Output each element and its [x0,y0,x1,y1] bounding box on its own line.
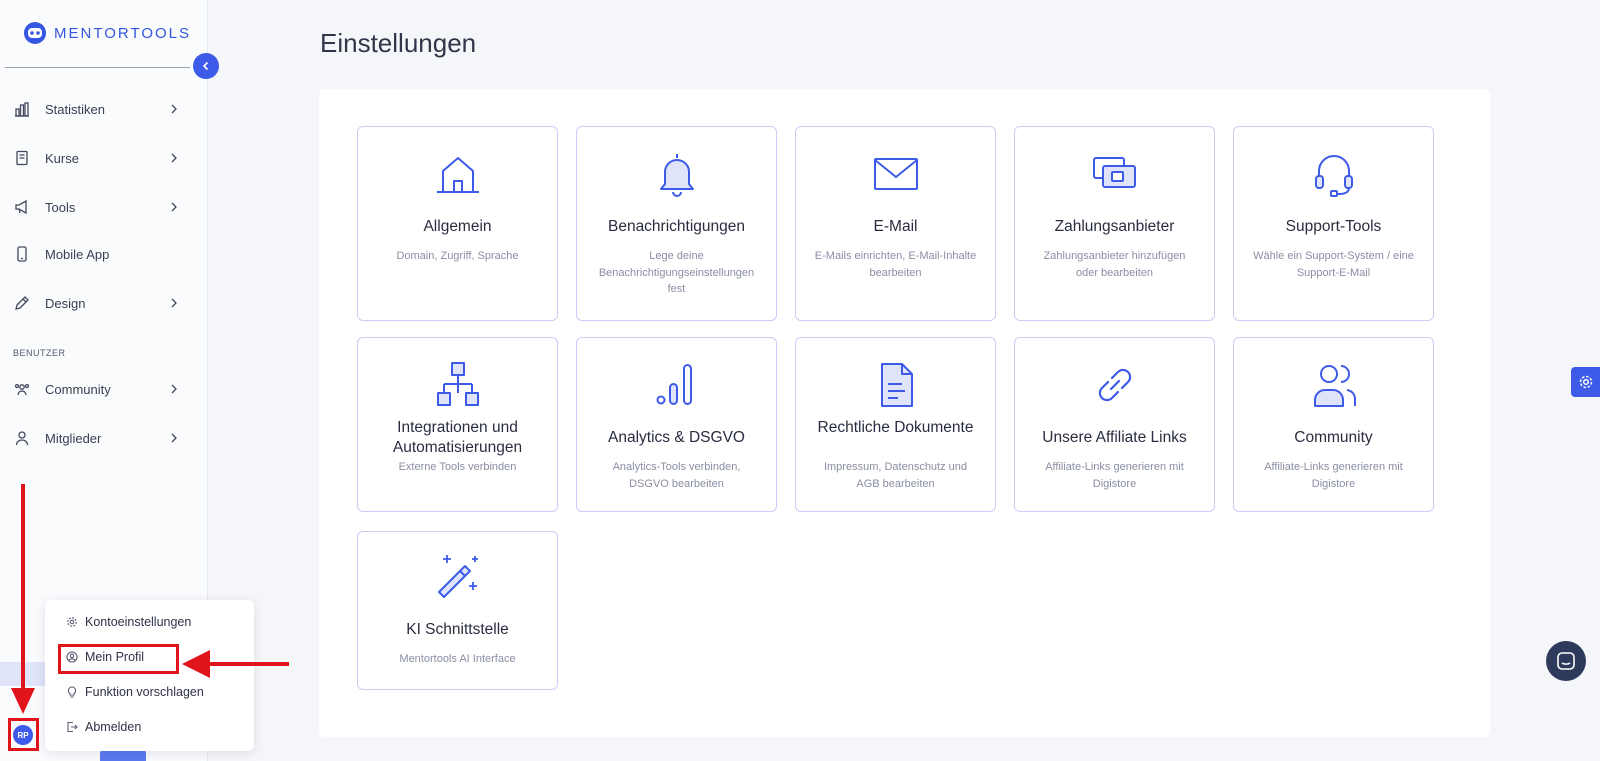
sidebar-active-highlight [0,662,48,686]
megaphone-icon [15,199,27,215]
card-description: Impressum, Datenschutz und AGB bearbeite… [823,461,968,490]
sidebar-item-mobile-app[interactable]: Mobile App [0,234,190,274]
gear-icon [1579,375,1592,389]
card-title: Community [1294,429,1373,446]
sidebar-item-label: Community [45,381,111,397]
users-icon [1313,365,1356,407]
avatar[interactable]: RP [13,725,33,745]
home-icon [436,157,479,193]
card-description: Domain, Zugriff, Sprache [396,250,519,262]
analytics-icon [656,364,692,405]
bar-chart-icon [15,102,29,117]
card-description: Wähle ein Support-System / eine Support-… [1253,250,1414,279]
bell-icon [659,154,694,197]
menu-item-label: Abmelden [85,720,142,734]
settings-card-benachrichtigungen[interactable]: Benachrichtigungen Lege deine Benachrich… [576,126,777,321]
pencil-icon [15,296,29,310]
chevron-right-icon [171,153,177,163]
settings-card-support-tools[interactable]: Support-Tools Wähle ein Support-System /… [1233,126,1434,321]
settings-card-analytics[interactable]: Analytics & DSGVO Analytics-Tools verbin… [576,337,777,512]
logo-text: MENTORTOOLS [54,24,192,42]
link-icon [1098,368,1131,402]
settings-card-email[interactable]: E-Mail E-Mails einrichten, E-Mail-Inhalt… [795,126,996,321]
card-title: Rechtliche Dokumente [817,419,974,436]
chevron-left-icon [202,61,209,71]
sidebar-item-statistiken[interactable]: Statistiken [0,89,190,129]
document-icon [880,363,913,407]
section-label-benutzer: BENUTZER [13,348,66,358]
settings-card-integrationen[interactable]: Integrationen und Automatisierungen Exte… [357,337,558,512]
payment-icon [1092,157,1136,188]
sidebar-collapse-button[interactable] [193,53,219,79]
menu-item-funktion-vorschlagen[interactable]: Funktion vorschlagen [45,677,254,707]
chat-icon [1557,652,1575,670]
sidebar-item-kurse[interactable]: Kurse [0,138,190,178]
page-title: Einstellungen [320,28,477,58]
settings-card-community[interactable]: Community Affiliate-Links generieren mit… [1233,337,1434,512]
chevron-right-icon [171,298,177,308]
menu-item-kontoeinstellungen[interactable]: Kontoeinstellungen [45,607,254,637]
magic-wand-icon [437,555,478,598]
sidebar-item-label: Tools [45,199,76,215]
side-settings-button[interactable] [1571,367,1600,397]
logout-icon [67,721,78,733]
headset-icon [1314,155,1353,197]
card-title: Zahlungsanbieter [1054,218,1175,235]
chevron-right-icon [171,384,177,394]
sidebar-item-community[interactable]: Community [0,369,190,409]
menu-item-abmelden[interactable]: Abmelden [45,712,254,742]
robot-logo-icon [24,22,46,44]
user-menu-popup: Kontoeinstellungen Mein Profil Funktion … [45,600,254,751]
sidebar-item-label: Mobile App [45,246,110,262]
menu-item-mein-profil[interactable]: Mein Profil [45,642,254,672]
sidebar-divider [5,67,190,68]
card-title: Unsere Affiliate Links [1042,429,1187,446]
chat-launcher-button[interactable] [1546,641,1586,681]
menu-item-label: Mein Profil [85,650,145,664]
card-title: Support-Tools [1285,218,1382,235]
card-description: E-Mails einrichten, E-Mail-Inhalte bearb… [814,250,977,279]
settings-card-allgemein[interactable]: Allgemein Domain, Zugriff, Sprache [357,126,558,321]
sidebar-item-label: Statistiken [45,101,105,117]
settings-card-affiliate-links[interactable]: Unsere Affiliate Links Affiliate-Links g… [1014,337,1215,512]
smartphone-icon [17,246,27,262]
sidebar-item-mitglieder[interactable]: Mitglieder [0,418,190,458]
card-description: Mentortools AI Interface [399,653,516,665]
card-description: Affiliate-Links generieren mit Digistore [1264,461,1403,490]
lightbulb-icon [67,686,77,698]
card-description: Affiliate-Links generieren mit Digistore [1045,461,1184,490]
sitemap-icon [436,362,479,406]
chevron-right-icon [171,202,177,212]
card-title: Allgemein [423,218,492,235]
card-description: Lege deine Benachrichtigungseinstellunge… [598,250,755,295]
user-icon [15,431,29,446]
card-title: Benachrichtigungen [607,218,746,235]
card-description: Zahlungsanbieter hinzufügen oder bearbei… [1043,250,1186,279]
chevron-right-icon [171,433,177,443]
menu-item-label: Funktion vorschlagen [85,685,204,699]
card-title: Analytics & DSGVO [608,429,745,446]
sidebar-item-label: Design [45,295,86,311]
chevron-right-icon [171,104,177,114]
card-title: KI Schnittstelle [406,621,509,638]
sidebar-item-design[interactable]: Design [0,283,190,323]
gear-icon [67,617,77,627]
settings-panel: Allgemein Domain, Zugriff, Sprache Benac… [319,89,1490,737]
card-description: Analytics-Tools verbinden, DSGVO bearbei… [612,461,741,490]
settings-card-ki-schnittstelle[interactable]: KI Schnittstelle Mentortools AI Interfac… [357,531,558,690]
card-title: Integrationen und Automatisierungen [392,419,523,456]
menu-item-label: Kontoeinstellungen [85,615,192,629]
card-title: E-Mail [873,218,918,235]
user-circle-icon [66,651,78,663]
sidebar-item-label: Mitglieder [45,430,102,446]
logo[interactable]: MENTORTOOLS [22,20,191,46]
sidebar-item-label: Kurse [45,150,79,166]
users-icon [14,383,30,396]
envelope-icon [873,158,918,190]
settings-card-zahlungsanbieter[interactable]: Zahlungsanbieter Zahlungsanbieter hinzuf… [1014,126,1215,321]
settings-card-rechtliche-dokumente[interactable]: Rechtliche Dokumente Impressum, Datensch… [795,337,996,512]
card-description: Externe Tools verbinden [398,461,517,473]
sidebar-item-tools[interactable]: Tools [0,187,190,227]
book-icon [16,150,28,166]
